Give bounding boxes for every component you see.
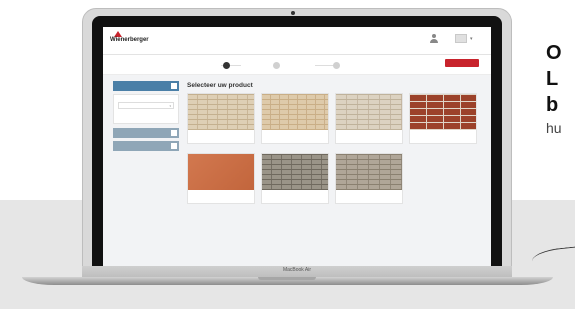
product-card[interactable] (261, 93, 329, 144)
step-1-number (223, 61, 230, 69)
filter-group-3[interactable] (113, 141, 179, 151)
filter-sidebar: ▾ (113, 81, 179, 154)
step-1[interactable] (223, 61, 233, 69)
page-title: Selecteer uw product (187, 82, 253, 89)
promo-line-4: hu (546, 120, 562, 136)
promo-line-3: b (546, 94, 559, 116)
step-2[interactable] (273, 61, 283, 69)
promo-text: O L b hu (546, 40, 562, 136)
filter-select[interactable]: ▾ (118, 102, 174, 109)
step-3-number (333, 61, 340, 69)
product-image[interactable] (336, 94, 402, 130)
camera-icon (291, 11, 295, 15)
step-3[interactable] (333, 61, 343, 69)
expand-icon[interactable] (171, 143, 177, 149)
product-card[interactable] (335, 93, 403, 144)
user-icon[interactable] (429, 34, 439, 44)
product-card[interactable] (187, 93, 255, 144)
filter-panel: ▾ (113, 94, 179, 124)
app-header: Wienerberger ▾ (103, 27, 491, 55)
laptop-screen: Wienerberger ▾ ▾ Selecteer uw product (103, 27, 491, 268)
filter-header[interactable] (113, 81, 179, 91)
chevron-down-icon: ▾ (169, 104, 171, 108)
next-button[interactable] (445, 59, 479, 67)
filter-group-2[interactable] (113, 128, 179, 138)
product-card[interactable] (261, 153, 329, 204)
product-image[interactable] (336, 154, 402, 190)
promo-line-2: L (546, 68, 559, 90)
product-card[interactable] (409, 93, 477, 144)
product-image[interactable] (262, 154, 328, 190)
step-connector (315, 65, 335, 66)
product-image[interactable] (188, 94, 254, 130)
language-selector[interactable] (455, 34, 467, 43)
laptop-model-label: MacBook Air (282, 267, 312, 273)
chevron-down-icon[interactable]: ▾ (470, 36, 473, 42)
product-card[interactable] (335, 153, 403, 204)
step-progress (103, 55, 491, 75)
brand-logo[interactable]: Wienerberger (110, 37, 149, 43)
collapse-icon[interactable] (171, 83, 177, 89)
product-image[interactable] (262, 94, 328, 130)
laptop-notch (258, 277, 316, 280)
product-image[interactable] (188, 154, 254, 190)
step-2-number (273, 61, 280, 69)
product-card[interactable] (187, 153, 255, 204)
product-image[interactable] (410, 94, 476, 130)
expand-icon[interactable] (171, 130, 177, 136)
promo-line-1: O (546, 42, 562, 64)
